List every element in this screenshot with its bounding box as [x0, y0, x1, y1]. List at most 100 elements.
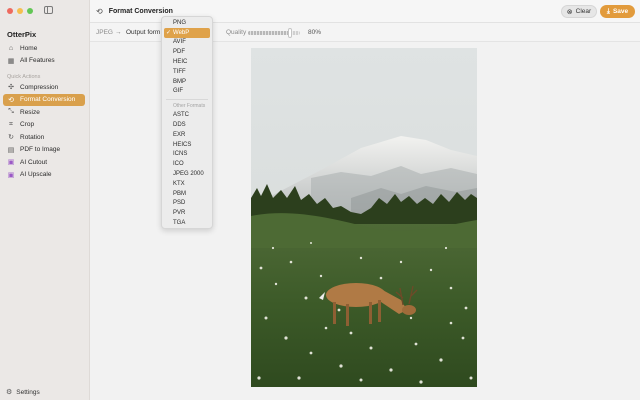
format-option-exr[interactable]: EXR [164, 130, 210, 140]
format-option-psd[interactable]: PSD [164, 199, 210, 209]
sidebar-item-label: Crop [20, 121, 35, 129]
format-option-pdf[interactable]: PDF [164, 47, 210, 57]
sidebar-item-rotation[interactable]: ↻ Rotation [3, 131, 85, 144]
save-button-label: Save [612, 8, 629, 15]
sidebar-item-ai-cutout[interactable]: ▣ AI Cutout [3, 156, 85, 169]
format-option-label: PVR [173, 210, 186, 217]
clear-button-label: Clear [575, 8, 592, 15]
format-option-label: ASTC [173, 112, 190, 119]
rotate-icon: ↻ [8, 134, 14, 142]
quality-slider-thumb[interactable] [287, 28, 292, 38]
format-option-ktx[interactable]: KTX [164, 179, 210, 189]
crop-icon: ⌗ [9, 120, 13, 128]
sidebar-item-label: AI Upscale [20, 171, 52, 179]
sidebar-item-pdf-to-image[interactable]: ▤ PDF to Image [3, 144, 85, 157]
quick-actions-nav: ✣ Compression ⟲ Format Conversion ⤡ Resi… [3, 81, 85, 181]
section-label-quick-actions: Quick Actions [7, 74, 41, 80]
sidebar-item-label: AI Cutout [20, 158, 48, 166]
sidebar-item-crop[interactable]: ⌗ Crop [3, 119, 85, 132]
sidebar: OtterPix ⌂ Home ▦ All Features Quick Act… [0, 0, 90, 400]
download-icon: ⤓ [606, 7, 610, 15]
page-title-text: Format Conversion [108, 8, 173, 15]
format-option-avif[interactable]: AVIF [164, 38, 210, 48]
format-option-label: DDS [173, 122, 186, 129]
ai-cutout-icon: ▣ [7, 159, 15, 167]
sidebar-item-label: Rotation [20, 133, 45, 141]
format-option-label: EXR [173, 131, 186, 138]
grid-icon: ▦ [7, 57, 15, 65]
format-option-pbm[interactable]: PBM [164, 189, 210, 199]
format-option-label: PNG [173, 19, 187, 26]
format-option-tiff[interactable]: TIFF [164, 67, 210, 77]
format-option-label: GIF [173, 88, 183, 95]
sidebar-item-resize[interactable]: ⤡ Resize [3, 106, 85, 119]
sidebar-item-label: PDF to Image [20, 146, 61, 154]
maximize-window-button[interactable] [27, 8, 33, 14]
format-option-tga[interactable]: TGA [164, 218, 210, 228]
clear-icon: ⊗ [566, 8, 573, 16]
compress-icon: ✣ [8, 84, 14, 92]
minimize-window-button[interactable] [17, 8, 23, 14]
close-window-button[interactable] [7, 8, 13, 14]
settings-label: Settings [16, 388, 40, 396]
page-title: ⟲ Format Conversion [96, 7, 173, 16]
format-option-label: PSD [173, 200, 186, 207]
quality-label: Quality [226, 29, 247, 36]
app-window: OtterPix ⌂ Home ▦ All Features Quick Act… [0, 0, 640, 400]
format-option-heic[interactable]: HEIC [164, 57, 210, 67]
settings-button[interactable]: ⚙ Settings [6, 388, 40, 397]
arrow-right-icon: → [115, 29, 122, 36]
format-option-label: HEICS [173, 141, 192, 148]
format-option-label: PDF [173, 49, 185, 56]
clear-button[interactable]: ⊗ Clear [561, 5, 597, 18]
checkmark-icon: ✓ [166, 30, 172, 37]
other-formats-header: Other Formats [173, 103, 206, 110]
sidebar-item-label: Compression [20, 83, 59, 91]
convert-icon: ⟲ [8, 96, 14, 104]
format-option-dds[interactable]: DDS [164, 120, 210, 130]
output-format-dropdown[interactable]: PNG ✓ WebP AVIF PDF HEIC TIFF BMP GIF Ot… [161, 16, 213, 229]
format-option-label: AVIF [173, 39, 186, 46]
quality-slider-fill [248, 31, 290, 35]
source-format: JPEG [96, 29, 113, 36]
format-option-ico[interactable]: ICO [164, 159, 210, 169]
format-option-icns[interactable]: ICNS [164, 150, 210, 160]
format-option-label: KTX [173, 180, 185, 187]
sidebar-item-format-conversion[interactable]: ⟲ Format Conversion [3, 93, 85, 106]
format-option-label: BMP [173, 78, 187, 85]
quality-slider[interactable] [248, 28, 300, 38]
format-option-bmp[interactable]: BMP [164, 77, 210, 87]
sidebar-item-home[interactable]: ⌂ Home [3, 42, 85, 55]
format-option-png[interactable]: PNG [164, 18, 210, 28]
format-option-label: JPEG 2000 [173, 171, 204, 178]
format-option-label: WebP [173, 29, 190, 36]
sidebar-item-compression[interactable]: ✣ Compression [3, 81, 85, 94]
sidebar-item-label: Format Conversion [20, 96, 76, 104]
format-option-label: ICNS [173, 151, 188, 158]
home-icon: ⌂ [8, 44, 14, 52]
dropdown-divider [166, 99, 208, 101]
format-option-astc[interactable]: ASTC [164, 110, 210, 120]
gear-icon: ⚙ [6, 389, 13, 396]
format-option-heics[interactable]: HEICS [164, 140, 210, 150]
save-button[interactable]: ⤓ Save [600, 5, 635, 18]
format-option-pvr[interactable]: PVR [164, 208, 210, 218]
sidebar-item-label: Home [20, 44, 38, 52]
convert-icon: ⟲ [96, 7, 103, 16]
sidebar-item-ai-upscale[interactable]: ▣ AI Upscale [3, 169, 85, 182]
resize-icon: ⤡ [8, 108, 14, 116]
format-option-label: HEIC [173, 59, 188, 66]
sidebar-toggle-icon[interactable] [44, 6, 53, 14]
format-option-label: ICO [173, 161, 184, 168]
format-option-gif[interactable]: GIF [164, 87, 210, 97]
preview-image [251, 48, 477, 387]
format-option-label: PBM [173, 190, 187, 197]
window-controls [7, 8, 33, 14]
format-option-jpeg-2000[interactable]: JPEG 2000 [164, 169, 210, 179]
output-format-label: Output form [126, 29, 161, 36]
landscape-photo [251, 48, 477, 387]
format-option-label: TIFF [173, 68, 186, 75]
format-option-webp[interactable]: ✓ WebP [164, 27, 210, 38]
document-icon: ▤ [7, 146, 15, 154]
sidebar-item-all-features[interactable]: ▦ All Features [3, 55, 85, 68]
